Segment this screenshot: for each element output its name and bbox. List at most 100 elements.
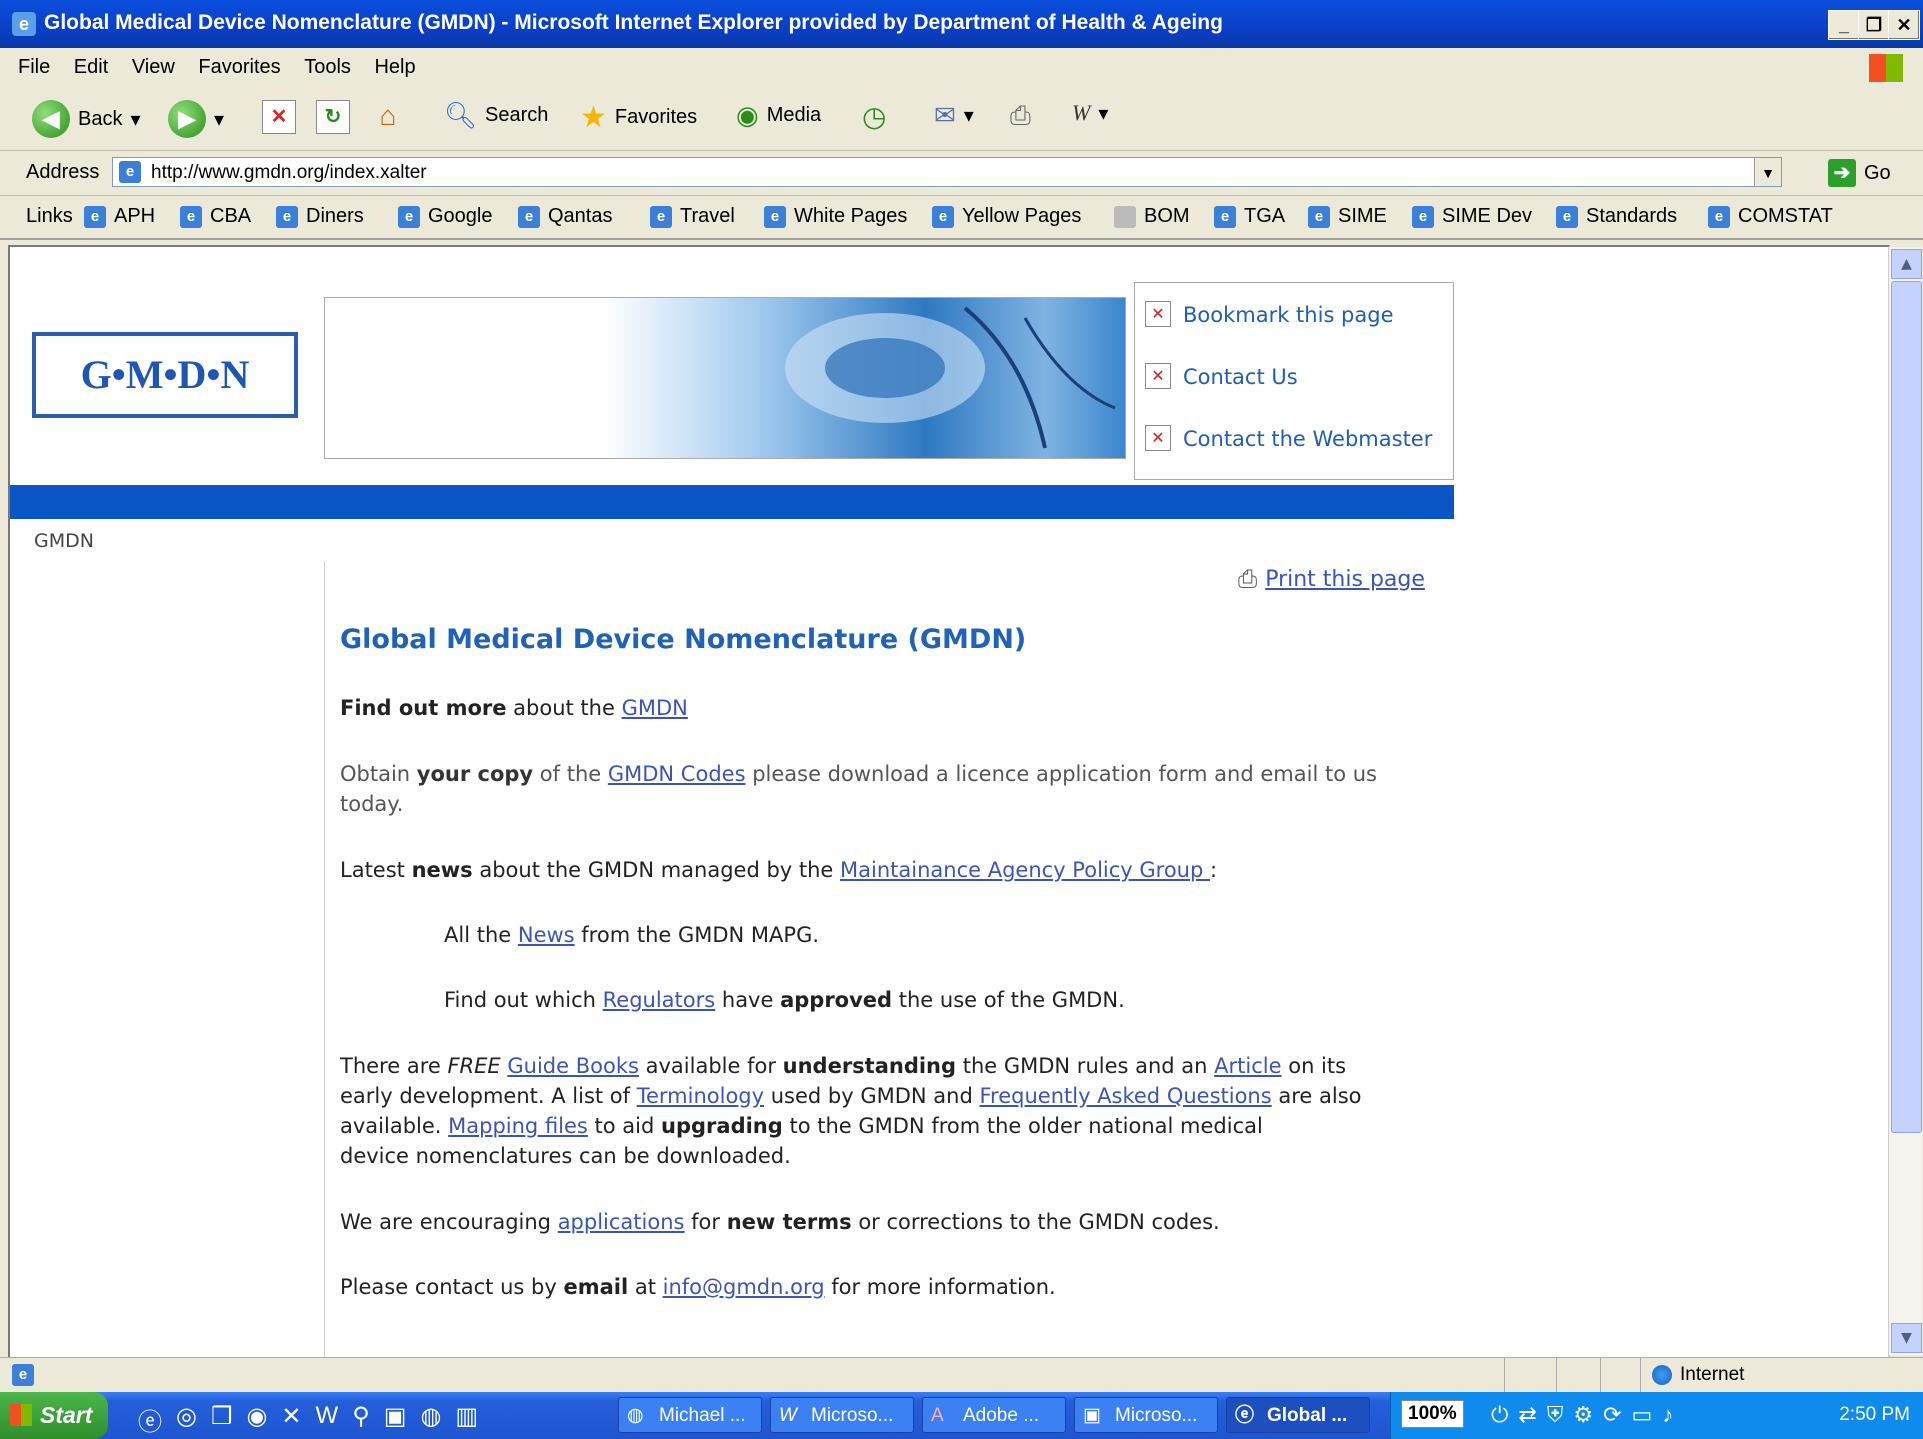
vertical-scrollbar[interactable]: ▲ ▼ — [1888, 247, 1922, 1355]
link-qantas[interactable]: e Qantas — [518, 205, 612, 228]
link-bom[interactable]: BOM — [1114, 205, 1190, 228]
system-clock[interactable]: 2:50 PM — [1839, 1404, 1910, 1426]
gmdn-logo[interactable]: G•M•D•N — [32, 332, 298, 418]
link-comstat[interactable]: e COMSTAT — [1708, 205, 1833, 228]
refresh-button[interactable]: ↻ — [316, 100, 350, 134]
outlook-quicklaunch-icon[interactable]: ◎ — [176, 1402, 197, 1437]
link-travel[interactable]: e Travel — [650, 205, 735, 228]
go-arrow-icon: ➔ — [1828, 159, 1856, 187]
power-icon[interactable]: ⏻ — [1491, 1402, 1508, 1428]
zoom-indicator[interactable]: 100% — [1401, 1400, 1464, 1428]
terminology-link[interactable]: Terminology — [637, 1084, 764, 1108]
mapping-files-link[interactable]: Mapping files — [448, 1114, 588, 1138]
link-tga[interactable]: e TGA — [1214, 205, 1285, 228]
link-google[interactable]: e Google — [398, 205, 493, 228]
scroll-down-button[interactable]: ▼ — [1891, 1323, 1922, 1353]
link-diners[interactable]: e Diners — [276, 205, 364, 228]
ie-page-icon: e — [180, 205, 202, 228]
close-button[interactable]: ✕ — [1888, 10, 1920, 40]
menu-tools[interactable]: Tools — [304, 56, 351, 79]
printer-icon: ⎙ — [1010, 100, 1031, 130]
print-page-link[interactable]: ⎙ Print this page — [1238, 565, 1425, 593]
link-aph[interactable]: e APH — [84, 205, 155, 228]
scrollbar-thumb[interactable] — [1891, 281, 1922, 1133]
gmdn-codes-link[interactable]: GMDN Codes — [608, 762, 746, 786]
ie-page-icon: e — [932, 205, 954, 228]
folder-quicklaunch-icon[interactable]: ❒ — [211, 1402, 233, 1437]
address-input[interactable]: e http://www.gmdn.org/index.xalter ▼ — [112, 157, 1782, 187]
network-icon[interactable]: ⇄ — [1518, 1402, 1536, 1428]
app-window-icon: ▣ — [1083, 1405, 1101, 1426]
mapg-link[interactable]: Maintainance Agency Policy Group — [840, 858, 1210, 882]
update-icon[interactable]: ⟳ — [1603, 1402, 1621, 1428]
broken-image-icon: ✕ — [1145, 425, 1171, 451]
contact-us-link[interactable]: ✕ Contact Us — [1145, 363, 1298, 389]
link-cba[interactable]: e CBA — [180, 205, 251, 228]
go-button[interactable]: ➔ Go — [1828, 159, 1891, 187]
scroll-up-button[interactable]: ▲ — [1891, 249, 1922, 279]
address-dropdown-button[interactable]: ▼ — [1754, 158, 1781, 186]
regulators-link[interactable]: Regulators — [603, 988, 716, 1012]
paragraph-latest-news: Latest news about the GMDN managed by th… — [340, 858, 1218, 882]
home-icon: ⌂ — [379, 100, 397, 131]
faq-link[interactable]: Frequently Asked Questions — [979, 1084, 1271, 1108]
menu-help[interactable]: Help — [374, 56, 415, 79]
link-sime[interactable]: e SIME — [1308, 205, 1387, 228]
task-microsoft[interactable]: ▣ Microso... — [1074, 1397, 1218, 1433]
task-global-ie[interactable]: ⓔ Global ... — [1226, 1397, 1370, 1433]
search-button[interactable]: 🔍︎ Search — [444, 100, 548, 131]
menu-view[interactable]: View — [132, 56, 175, 79]
bookmark-link[interactable]: ✕ Bookmark this page — [1145, 301, 1394, 327]
minimize-button[interactable]: _ — [1828, 10, 1860, 40]
favorites-button[interactable]: ★ Favorites — [580, 100, 697, 135]
title-bar: e Global Medical Device Nomenclature (GM… — [0, 0, 1923, 48]
antivirus-icon[interactable]: ⛨ — [1547, 1402, 1564, 1428]
ie-quicklaunch-icon[interactable]: ⓔ — [138, 1402, 162, 1437]
link-yellow-pages[interactable]: e Yellow Pages — [932, 205, 1081, 228]
gmdn-link[interactable]: GMDN — [622, 696, 688, 720]
applications-link[interactable]: applications — [558, 1210, 685, 1234]
menu-favorites[interactable]: Favorites — [198, 56, 280, 79]
contact-webmaster-link[interactable]: ✕ Contact the Webmaster — [1145, 425, 1432, 451]
volume-icon[interactable]: ♪ — [1662, 1402, 1673, 1428]
task-michael[interactable]: ◍ Michael ... — [618, 1397, 762, 1433]
guide-books-link[interactable]: Guide Books — [507, 1054, 639, 1078]
search-quicklaunch-icon[interactable]: ⚲ — [352, 1402, 370, 1437]
link-sime-dev[interactable]: e SIME Dev — [1412, 205, 1532, 228]
article-link[interactable]: Article — [1214, 1054, 1281, 1078]
word-quicklaunch-icon[interactable]: W — [316, 1402, 339, 1437]
start-button[interactable]: Start — [0, 1392, 108, 1439]
print-toolbar-button[interactable]: ⎙ — [1010, 100, 1031, 132]
media-button[interactable]: ◉ Media — [736, 100, 821, 131]
excel-quicklaunch-icon[interactable]: ✕ — [281, 1402, 301, 1437]
link-white-pages[interactable]: e White Pages — [764, 205, 907, 228]
ie2-quicklaunch-icon[interactable]: ◍ — [420, 1402, 441, 1437]
ie-icon: ⓔ — [1235, 1405, 1255, 1426]
history-button[interactable]: ◷ — [862, 100, 886, 133]
stop-button[interactable]: ✕ — [262, 100, 296, 134]
windows-logo-icon — [1869, 54, 1903, 82]
home-button[interactable]: ⌂ — [372, 100, 404, 132]
star-icon: ★ — [580, 101, 607, 134]
restore-button[interactable]: ❐ — [1858, 10, 1890, 40]
quick-launch: ⓔ ◎ ❒ ◉ ✕ W ⚲ ▣ ◍ ▥ — [138, 1402, 478, 1437]
task-adobe[interactable]: A Adobe ... — [922, 1397, 1066, 1433]
media-quicklaunch-icon[interactable]: ◉ — [246, 1402, 267, 1437]
email-link[interactable]: info@gmdn.org — [663, 1275, 825, 1299]
forward-button[interactable]: ▶ ▾ — [168, 100, 224, 138]
taskbar: Start ⓔ ◎ ❒ ◉ ✕ W ⚲ ▣ ◍ ▥ ◍ Michael ... W… — [0, 1392, 1923, 1439]
word-button[interactable]: W ▾ — [1072, 100, 1108, 126]
window-quicklaunch-icon[interactable]: ▣ — [384, 1402, 407, 1437]
mail-button[interactable]: ✉ ▾ — [934, 100, 974, 131]
link-standards[interactable]: e Standards — [1556, 205, 1677, 228]
package-quicklaunch-icon[interactable]: ▥ — [455, 1402, 478, 1437]
monitor-icon[interactable]: ▭ — [1632, 1402, 1653, 1428]
back-button[interactable]: ◀ Back ▾ — [32, 100, 141, 138]
news-link[interactable]: News — [518, 923, 575, 947]
windows-flag-icon — [10, 1404, 32, 1426]
menu-edit[interactable]: Edit — [74, 56, 108, 79]
menu-file[interactable]: File — [18, 56, 50, 79]
ie-page-icon: e — [518, 205, 540, 228]
settings-icon[interactable]: ⚙ — [1573, 1402, 1593, 1428]
task-word[interactable]: W Microso... — [770, 1397, 914, 1433]
